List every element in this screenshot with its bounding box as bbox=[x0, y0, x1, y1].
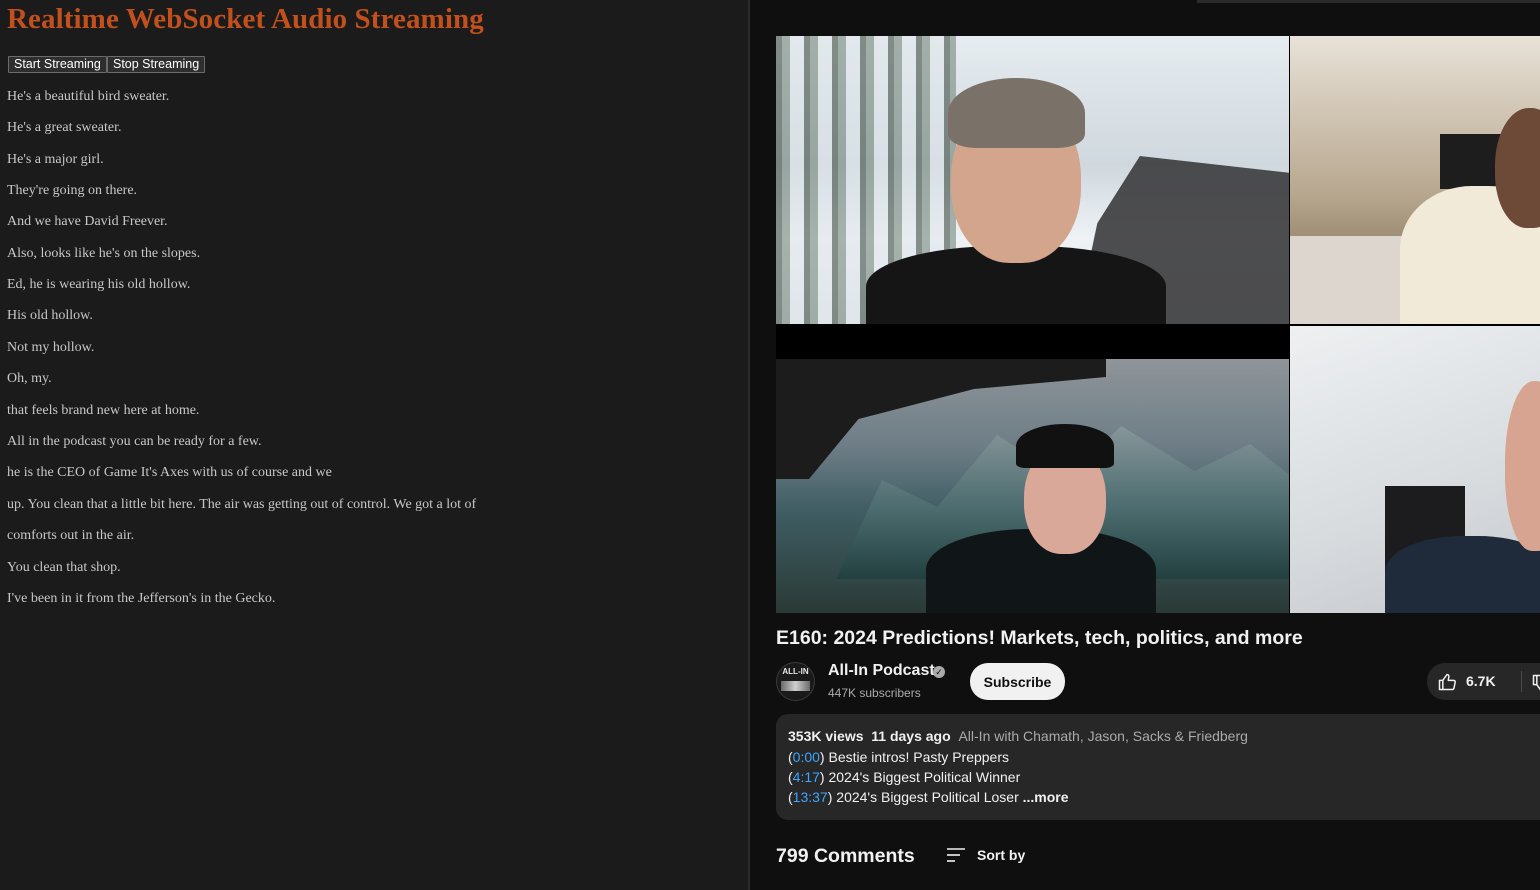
sort-by-button[interactable]: Sort by bbox=[977, 847, 1025, 863]
like-divider bbox=[1521, 671, 1522, 692]
streaming-app-panel: Realtime WebSocket Audio Streaming Start… bbox=[0, 0, 750, 890]
chapter-timestamp[interactable]: 13:37 bbox=[793, 789, 828, 805]
transcript-line: Oh, my. bbox=[7, 371, 52, 386]
channel-avatar[interactable]: ALL-IN bbox=[776, 662, 815, 701]
participant-head bbox=[1505, 381, 1540, 551]
transcript-line: All in the podcast you can be ready for … bbox=[7, 434, 262, 449]
transcript-line: he is the CEO of Game It's Axes with us … bbox=[7, 465, 332, 480]
verified-icon: ✓ bbox=[933, 666, 945, 678]
transcript-line: He's a great sweater. bbox=[7, 120, 122, 135]
comments-count: 799 Comments bbox=[776, 845, 915, 867]
video-watch-page: E160: 2024 Predictions! Markets, tech, p… bbox=[752, 0, 1540, 890]
transcript-line: His old hollow. bbox=[7, 308, 93, 323]
view-count: 353K views bbox=[788, 728, 864, 744]
transcript-line: They're going on there. bbox=[7, 183, 138, 198]
subscribe-button[interactable]: Subscribe bbox=[970, 663, 1065, 700]
like-dislike-group: 6.7K bbox=[1427, 663, 1540, 700]
chapter-label: 2024's Biggest Political Winner bbox=[828, 769, 1021, 785]
start-streaming-button[interactable]: Start Streaming bbox=[8, 56, 107, 73]
video-tile-office bbox=[1290, 326, 1540, 613]
transcript-line: that feels brand new here at home. bbox=[7, 403, 200, 418]
transcript-line: Ed, he is wearing his old hollow. bbox=[7, 277, 191, 292]
video-player[interactable] bbox=[776, 36, 1540, 613]
thumbs-down-icon[interactable] bbox=[1531, 673, 1540, 693]
page-title: Realtime WebSocket Audio Streaming bbox=[7, 3, 484, 35]
participant-torso bbox=[1385, 536, 1540, 613]
transcript-line: Also, looks like he's on the slopes. bbox=[7, 246, 201, 261]
chapter-label: Bestie intros! Pasty Preppers bbox=[828, 749, 1010, 765]
chapter-timestamp[interactable]: 0:00 bbox=[793, 749, 820, 765]
hosts-line: All-In with Chamath, Jason, Sacks & Frie… bbox=[958, 728, 1248, 744]
video-tile-snowy-cabin bbox=[776, 36, 1289, 324]
top-bar-edge bbox=[1197, 0, 1540, 3]
description-box[interactable]: 353K views 11 days ago All-In with Chama… bbox=[776, 714, 1540, 820]
stop-streaming-button[interactable]: Stop Streaming bbox=[107, 56, 206, 73]
transcript-line: I've been in it from the Jefferson's in … bbox=[7, 591, 276, 606]
show-more-link[interactable]: ...more bbox=[1023, 789, 1069, 805]
avatar-logo-band bbox=[781, 681, 810, 691]
transcript-line: He's a major girl. bbox=[7, 152, 104, 167]
video-tile-living-room bbox=[1290, 36, 1540, 324]
chapter-label: 2024's Biggest Political Loser bbox=[836, 789, 1019, 805]
transcript-line: You clean that shop. bbox=[7, 560, 121, 575]
video-tile-mountain-backdrop bbox=[776, 359, 1289, 613]
description-meta: 353K views 11 days ago All-In with Chama… bbox=[788, 728, 1248, 744]
chapter-line: (4:17) 2024's Biggest Political Winner bbox=[788, 769, 1021, 785]
thumbs-up-icon[interactable] bbox=[1437, 672, 1457, 692]
chapter-timestamp[interactable]: 4:17 bbox=[793, 769, 820, 785]
transcript-line: And we have David Freever. bbox=[7, 214, 168, 229]
couch bbox=[1290, 236, 1410, 324]
like-count[interactable]: 6.7K bbox=[1466, 673, 1496, 689]
avatar-logo-text: ALL-IN bbox=[782, 667, 809, 676]
chapter-line: (0:00) Bestie intros! Pasty Preppers bbox=[788, 749, 1010, 765]
upload-age: 11 days ago bbox=[871, 728, 951, 744]
transcript-line: He's a beautiful bird sweater. bbox=[7, 89, 170, 104]
channel-name[interactable]: All-In Podcast bbox=[828, 662, 935, 680]
video-title: E160: 2024 Predictions! Markets, tech, p… bbox=[776, 627, 1303, 649]
participant-cap bbox=[1016, 424, 1114, 468]
subscriber-count: 447K subscribers bbox=[828, 686, 921, 700]
participant-hair bbox=[948, 78, 1085, 148]
chapter-line: (13:37) 2024's Biggest Political Loser .… bbox=[788, 789, 1069, 805]
transcript-line: Not my hollow. bbox=[7, 340, 95, 355]
transcript-line: up. You clean that a little bit here. Th… bbox=[7, 497, 477, 512]
sort-icon[interactable] bbox=[946, 846, 966, 864]
transcript-line: comforts out in the air. bbox=[7, 528, 135, 543]
